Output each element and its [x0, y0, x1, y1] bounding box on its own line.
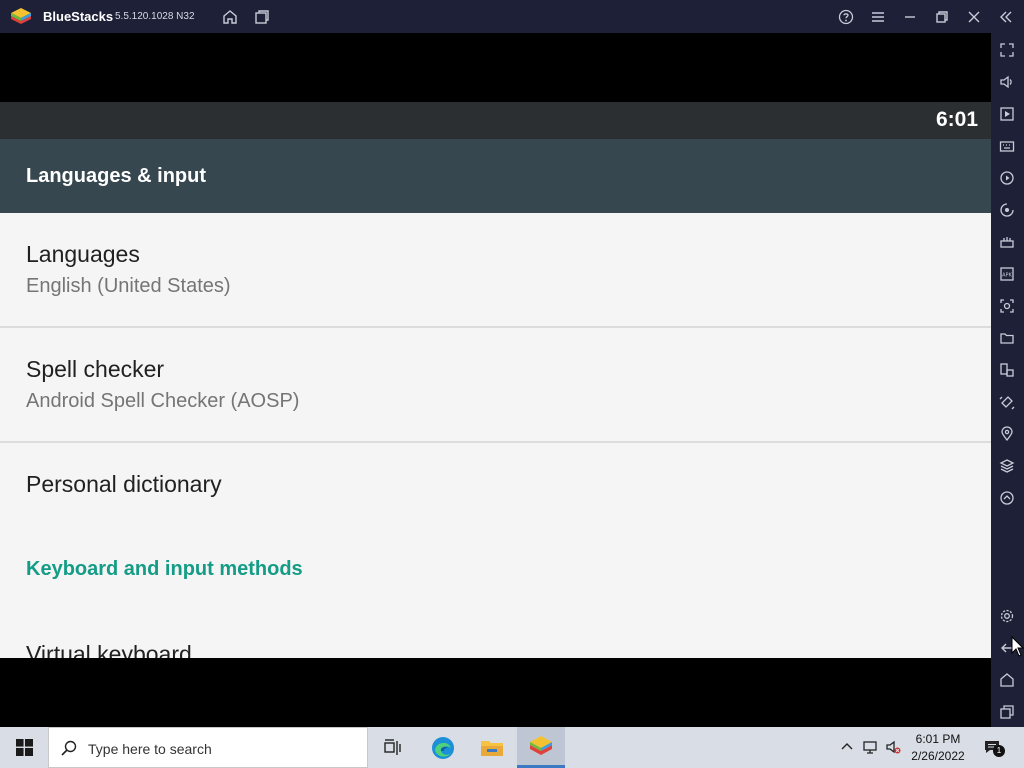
pref-summary: English (United States): [26, 275, 231, 297]
pref-languages[interactable]: Languages English (United States): [0, 213, 991, 326]
task-view-button[interactable]: [368, 727, 416, 768]
layers-icon[interactable]: [998, 457, 1016, 475]
app-version: 5.5.120.1028 N32: [115, 11, 195, 22]
pref-personal-dictionary[interactable]: Personal dictionary: [0, 443, 991, 523]
bluestacks-logo-icon: [10, 7, 32, 27]
svg-text:APK: APK: [1002, 273, 1012, 279]
taskbar-clock-time[interactable]: 6:01 PM: [905, 732, 971, 746]
category-keyboard-input-methods: Keyboard and input methods: [26, 558, 303, 580]
windows-taskbar: Type here to search 6:01 PM 2/26/2022 1: [0, 727, 1024, 768]
page-title: Languages & input: [26, 165, 206, 187]
edge-button[interactable]: [419, 727, 467, 768]
search-placeholder: Type here to search: [88, 741, 212, 757]
sync-icon[interactable]: [998, 201, 1016, 219]
settings-icon[interactable]: [998, 607, 1016, 625]
media-manager-icon[interactable]: [998, 105, 1016, 123]
edge-icon: [432, 736, 454, 759]
restore-icon[interactable]: [933, 8, 951, 26]
android-screen: 6:01 Languages & input Languages English…: [0, 33, 991, 727]
bluestacks-title-bar: BlueStacks 5.5.120.1028 N32: [0, 0, 1024, 33]
pref-title: Virtual keyboard: [26, 641, 192, 658]
pref-title: Languages: [26, 241, 140, 267]
pref-summary: Android Spell Checker (AOSP): [26, 390, 300, 412]
file-explorer-icon: [481, 740, 503, 756]
apk-icon[interactable]: APK: [998, 265, 1016, 283]
show-hidden-icons-icon[interactable]: [839, 739, 855, 755]
status-bar-clock: 6:01: [935, 108, 978, 131]
start-button[interactable]: [0, 727, 48, 768]
minimize-icon[interactable]: [901, 8, 919, 26]
android-status-bar: 6:01: [0, 102, 991, 139]
bluestacks-sidebar: APK: [991, 33, 1024, 727]
task-view-icon: [384, 738, 401, 755]
multi-instance-sync-icon[interactable]: [998, 361, 1016, 379]
pref-title: Spell checker: [26, 356, 165, 382]
eco-mode-icon[interactable]: [998, 489, 1016, 507]
bluestacks-icon: [530, 736, 552, 755]
volume-muted-icon[interactable]: [885, 739, 901, 755]
home-icon[interactable]: [221, 8, 239, 26]
file-explorer-button[interactable]: [468, 727, 516, 768]
bluestacks-taskbar-button[interactable]: [517, 727, 565, 768]
fullscreen-icon[interactable]: [998, 41, 1016, 59]
app-name: BlueStacks: [43, 9, 114, 24]
pref-spell-checker[interactable]: Spell checker Android Spell Checker (AOS…: [0, 328, 991, 441]
notification-badge: 1: [993, 745, 1005, 757]
volume-icon[interactable]: [998, 73, 1016, 91]
mouse-cursor-icon: [1011, 636, 1024, 657]
settings-list: Languages English (United States) Spell …: [0, 213, 991, 658]
folder-icon[interactable]: [998, 329, 1016, 347]
taskbar-search-box[interactable]: Type here to search: [48, 727, 368, 768]
menu-icon[interactable]: [869, 8, 887, 26]
help-icon[interactable]: [837, 8, 855, 26]
rotate-icon[interactable]: [998, 393, 1016, 411]
collapse-sidebar-icon[interactable]: [997, 8, 1015, 26]
recent-apps-icon[interactable]: [998, 703, 1016, 721]
settings-app-bar: Languages & input: [0, 139, 991, 213]
multi-instance-icon[interactable]: [253, 8, 271, 26]
keyboard-controls-icon[interactable]: [998, 137, 1016, 155]
network-icon[interactable]: [862, 739, 878, 755]
search-icon: [61, 740, 77, 756]
close-icon[interactable]: [965, 8, 983, 26]
home-icon[interactable]: [998, 671, 1016, 689]
location-icon[interactable]: [998, 425, 1016, 443]
install-apk-icon[interactable]: [998, 233, 1016, 251]
windows-logo-icon: [15, 739, 33, 756]
pref-virtual-keyboard[interactable]: Virtual keyboard: [0, 613, 991, 658]
pref-title: Personal dictionary: [26, 471, 222, 497]
macro-recorder-icon[interactable]: [998, 169, 1016, 187]
taskbar-clock-date[interactable]: 2/26/2022: [905, 749, 971, 763]
screenshot-icon[interactable]: [998, 297, 1016, 315]
